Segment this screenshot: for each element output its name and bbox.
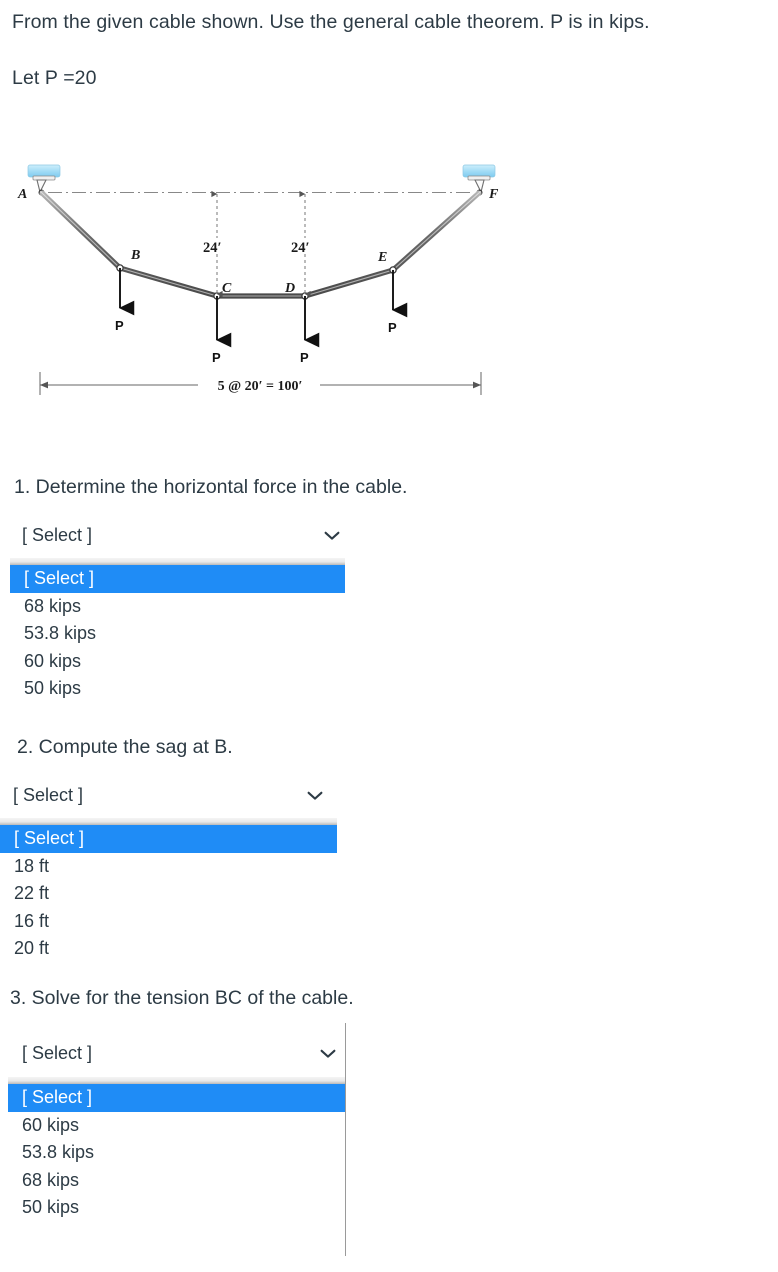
question-1-option-list[interactable]: [ Select ] 68 kips 53.8 kips 60 kips 50 … xyxy=(10,558,345,703)
question-2-prompt: 2. Compute the sag at B. xyxy=(17,736,233,758)
sag-dimension-d: 24′ xyxy=(291,190,311,298)
option-item[interactable]: 68 kips xyxy=(10,593,345,621)
cable-path xyxy=(39,190,482,299)
option-item[interactable]: [ Select ] xyxy=(8,1084,345,1112)
node-label-a: A xyxy=(17,187,27,202)
question-2-select[interactable]: [ Select ] xyxy=(13,779,333,811)
svg-text:P: P xyxy=(300,350,309,365)
option-list-top-shade xyxy=(0,818,337,825)
option-item[interactable]: 50 kips xyxy=(8,1194,345,1222)
question-1-select-value: [ Select ] xyxy=(22,525,93,545)
sag-dimension-c: 24′ xyxy=(203,190,223,298)
svg-text:24′: 24′ xyxy=(291,240,310,256)
node-label-c: C xyxy=(222,281,232,296)
load-arrow-d: P xyxy=(300,296,320,365)
svg-text:5 @ 20′ = 100′: 5 @ 20′ = 100′ xyxy=(218,379,303,394)
question-2-select-value: [ Select ] xyxy=(13,785,84,805)
load-arrow-e: P xyxy=(388,270,408,335)
question-3-block: 3. Solve for the tension BC of the cable… xyxy=(0,985,778,1256)
question-1-select[interactable]: [ Select ] xyxy=(22,519,342,551)
node-label-f: F xyxy=(488,187,499,202)
question-3-prompt: 3. Solve for the tension BC of the cable… xyxy=(10,987,354,1009)
node-label-d: D xyxy=(284,281,295,296)
load-arrow-c: P xyxy=(212,296,232,365)
svg-text:P: P xyxy=(115,318,124,333)
option-item[interactable]: [ Select ] xyxy=(0,825,337,853)
question-1-prompt: 1. Determine the horizontal force in the… xyxy=(14,476,408,498)
option-item[interactable]: 53.8 kips xyxy=(10,620,345,648)
option-item[interactable]: 60 kips xyxy=(8,1112,345,1140)
option-item[interactable]: 50 kips xyxy=(10,675,345,703)
option-item[interactable]: 53.8 kips xyxy=(8,1139,345,1167)
node-label-e: E xyxy=(377,250,387,265)
option-item[interactable]: 18 ft xyxy=(0,853,337,881)
question-2-option-list[interactable]: [ Select ] 18 ft 22 ft 16 ft 20 ft xyxy=(0,818,337,963)
option-item[interactable]: [ Select ] xyxy=(10,565,345,593)
question-3-panel-border xyxy=(345,1023,346,1256)
option-item[interactable]: 68 kips xyxy=(8,1167,345,1195)
question-1-block: 1. Determine the horizontal force in the… xyxy=(0,474,778,703)
problem-given-value: Let P =20 xyxy=(12,67,97,89)
svg-text:24′: 24′ xyxy=(203,240,222,256)
cable-highlight xyxy=(40,191,481,297)
option-item[interactable]: 22 ft xyxy=(0,880,337,908)
option-list-top-shade xyxy=(8,1077,345,1084)
question-3-select[interactable]: [ Select ] xyxy=(22,1037,342,1069)
option-item[interactable]: 20 ft xyxy=(0,935,337,963)
question-2-block: 2. Compute the sag at B. [ Select ] [ Se… xyxy=(0,734,778,963)
support-a xyxy=(27,164,61,196)
option-item[interactable]: 16 ft xyxy=(0,908,337,936)
chevron-down-icon[interactable] xyxy=(324,531,340,541)
question-3-select-value: [ Select ] xyxy=(22,1043,93,1063)
svg-text:P: P xyxy=(388,320,397,335)
problem-statement: From the given cable shown. Use the gene… xyxy=(12,6,756,95)
option-item[interactable]: 60 kips xyxy=(10,648,345,676)
chevron-down-icon[interactable] xyxy=(320,1049,336,1059)
chevron-down-icon[interactable] xyxy=(307,791,323,801)
load-arrow-b: P xyxy=(115,268,135,333)
problem-intro-line-1: From the given cable shown. Use the gene… xyxy=(12,11,650,33)
svg-text:P: P xyxy=(212,350,221,365)
question-3-option-list[interactable]: [ Select ] 60 kips 53.8 kips 68 kips 50 … xyxy=(8,1077,345,1222)
cable-diagram-figure: A B C D E F P P P P 24′ 24′ 5 @ 20′ = 10… xyxy=(0,150,540,410)
node-label-b: B xyxy=(130,248,140,263)
option-list-top-shade xyxy=(10,558,345,565)
span-dimension: 5 @ 20′ = 100′ xyxy=(39,372,482,395)
